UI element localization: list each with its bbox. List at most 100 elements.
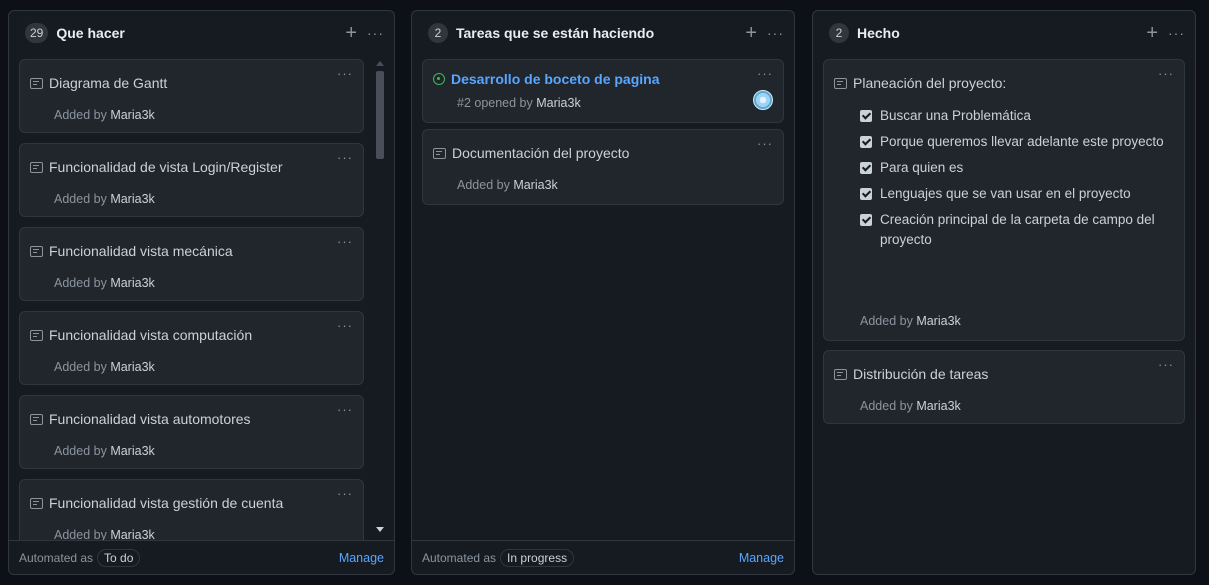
note-card[interactable]: Funcionalidad vista gestión de cuenta ··…	[19, 479, 364, 540]
user-link[interactable]: Maria3k	[110, 528, 154, 540]
card-meta: Added by Maria3k	[54, 276, 155, 290]
note-card[interactable]: Funcionalidad de vista Login/Register ··…	[19, 143, 364, 217]
card-title: Funcionalidad de vista Login/Register	[49, 159, 283, 175]
column-count-badge: 2	[829, 23, 849, 43]
user-link[interactable]: Maria3k	[916, 314, 960, 328]
issue-card[interactable]: Desarrollo de boceto de pagina ··· #2 op…	[422, 59, 784, 123]
user-link[interactable]: Maria3k	[110, 444, 154, 458]
issue-title-link[interactable]: Desarrollo de boceto de pagina	[451, 71, 660, 87]
column-menu-icon[interactable]: ···	[1168, 25, 1185, 41]
card-title: Diagrama de Gantt	[49, 75, 168, 91]
note-icon	[834, 368, 847, 380]
column-que-hacer: 29 Que hacer + ··· Diagrama de Gantt ···…	[8, 10, 395, 575]
checked-checkbox[interactable]	[860, 162, 872, 174]
column-tareas-en-progreso: 2 Tareas que se están haciendo + ··· Des…	[411, 10, 795, 575]
card-menu-icon[interactable]: ···	[337, 150, 353, 165]
card-title: Funcionalidad vista mecánica	[49, 243, 233, 259]
card-meta: Added by Maria3k	[457, 178, 558, 192]
card-menu-icon[interactable]: ···	[1158, 357, 1174, 372]
column-header: 29 Que hacer + ···	[9, 11, 394, 55]
scroll-down-icon[interactable]	[376, 527, 384, 532]
card-menu-icon[interactable]: ···	[337, 402, 353, 417]
note-icon	[834, 77, 847, 89]
user-link[interactable]: Maria3k	[513, 178, 557, 192]
card-menu-icon[interactable]: ···	[337, 318, 353, 333]
column-header: 2 Hecho + ···	[813, 11, 1195, 55]
card-meta: Added by Maria3k	[54, 444, 155, 458]
checked-checkbox[interactable]	[860, 136, 872, 148]
user-link[interactable]: Maria3k	[536, 96, 580, 110]
column-count-badge: 2	[428, 23, 448, 43]
card-list: Diagrama de Gantt ··· Added by Maria3k F…	[19, 55, 364, 540]
scroll-up-icon[interactable]	[376, 61, 384, 66]
card-title: Funcionalidad vista gestión de cuenta	[49, 495, 284, 511]
column-title: Hecho	[857, 25, 900, 41]
checklist-item: Buscar una Problemática	[860, 106, 1174, 126]
column-title: Que hacer	[56, 25, 125, 41]
card-menu-icon[interactable]: ···	[337, 486, 353, 501]
column-footer: Automated as To do Manage	[9, 540, 394, 574]
note-card[interactable]: Distribución de tareas ··· Added by Mari…	[823, 350, 1185, 424]
checked-checkbox[interactable]	[860, 214, 872, 226]
card-title: Distribución de tareas	[853, 366, 989, 382]
column-scrollbar[interactable]	[374, 59, 386, 534]
card-meta: Added by Maria3k	[860, 399, 961, 413]
card-menu-icon[interactable]: ···	[1158, 66, 1174, 81]
column-header: 2 Tareas que se están haciendo + ···	[412, 11, 794, 55]
add-card-icon[interactable]: +	[345, 23, 357, 43]
card-meta: Added by Maria3k	[54, 360, 155, 374]
project-board: 29 Que hacer + ··· Diagrama de Gantt ···…	[0, 0, 1209, 585]
user-link[interactable]: Maria3k	[110, 360, 154, 374]
checked-checkbox[interactable]	[860, 110, 872, 122]
column-title: Tareas que se están haciendo	[456, 25, 655, 41]
note-icon	[30, 413, 43, 425]
add-card-icon[interactable]: +	[745, 23, 757, 43]
card-meta: Added by Maria3k	[54, 192, 155, 206]
open-issue-icon	[433, 73, 445, 85]
note-card[interactable]: Planeación del proyecto: ··· Buscar una …	[823, 59, 1185, 341]
column-hecho: 2 Hecho + ··· Planeación del proyecto: ·…	[812, 10, 1196, 575]
avatar[interactable]	[753, 90, 773, 110]
user-link[interactable]: Maria3k	[110, 108, 154, 122]
user-link[interactable]: Maria3k	[110, 192, 154, 206]
note-card[interactable]: Funcionalidad vista computación ··· Adde…	[19, 311, 364, 385]
automation-label: Automated as	[19, 550, 94, 565]
card-menu-icon[interactable]: ···	[337, 66, 353, 81]
user-link[interactable]: Maria3k	[110, 276, 154, 290]
checked-checkbox[interactable]	[860, 188, 872, 200]
card-title: Planeación del proyecto:	[853, 75, 1007, 91]
manage-link[interactable]: Manage	[739, 551, 784, 565]
card-title: Documentación del proyecto	[452, 145, 630, 161]
automation-label: Automated as	[422, 550, 497, 565]
card-list: Desarrollo de boceto de pagina ··· #2 op…	[422, 55, 784, 540]
user-link[interactable]: Maria3k	[916, 399, 960, 413]
card-title: Funcionalidad vista automotores	[49, 411, 251, 427]
checklist-item: Para quien es	[860, 158, 1174, 178]
card-meta: #2 opened by Maria3k	[457, 96, 581, 110]
card-list: Planeación del proyecto: ··· Buscar una …	[823, 55, 1185, 574]
checklist-item: Creación principal de la carpeta de camp…	[860, 210, 1174, 250]
column-menu-icon[interactable]: ···	[367, 25, 384, 41]
card-menu-icon[interactable]: ···	[757, 136, 773, 151]
card-title: Funcionalidad vista computación	[49, 327, 253, 343]
card-meta: Added by Maria3k	[54, 108, 155, 122]
card-menu-icon[interactable]: ···	[337, 234, 353, 249]
automation-badge: In progress	[500, 548, 575, 567]
note-card[interactable]: Funcionalidad vista mecánica ··· Added b…	[19, 227, 364, 301]
automation-badge: To do	[97, 548, 141, 567]
note-icon	[30, 245, 43, 257]
note-card[interactable]: Funcionalidad vista automotores ··· Adde…	[19, 395, 364, 469]
add-card-icon[interactable]: +	[1146, 23, 1158, 43]
scroll-thumb[interactable]	[376, 71, 384, 159]
column-footer: Automated as In progress Manage	[412, 540, 794, 574]
note-icon	[30, 329, 43, 341]
note-icon	[433, 147, 446, 159]
note-card[interactable]: Diagrama de Gantt ··· Added by Maria3k	[19, 59, 364, 133]
card-menu-icon[interactable]: ···	[757, 66, 773, 81]
checklist-item: Porque queremos llevar adelante este pro…	[860, 132, 1174, 152]
column-menu-icon[interactable]: ···	[767, 25, 784, 41]
card-meta: Added by Maria3k	[860, 314, 961, 328]
note-card[interactable]: Documentación del proyecto ··· Added by …	[422, 129, 784, 205]
manage-link[interactable]: Manage	[339, 551, 384, 565]
note-icon	[30, 161, 43, 173]
